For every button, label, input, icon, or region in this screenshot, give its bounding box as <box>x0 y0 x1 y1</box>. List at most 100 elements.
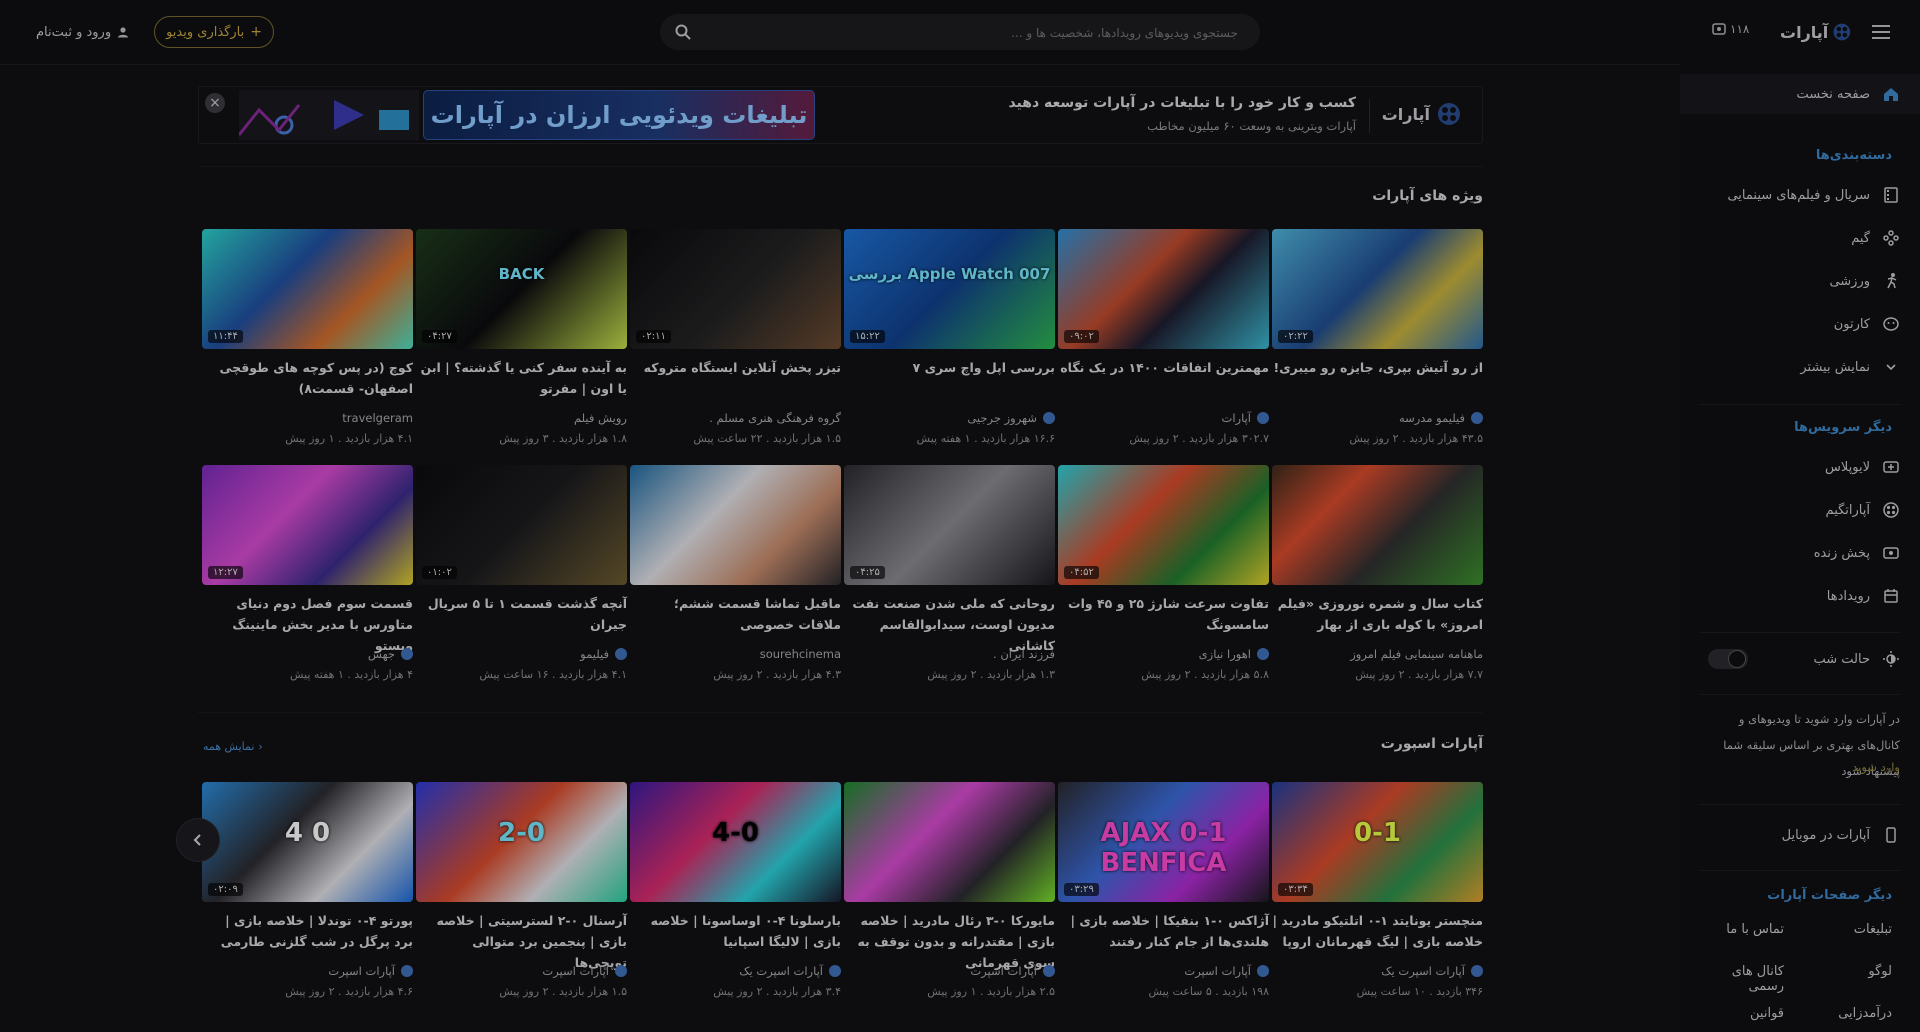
channel-name[interactable]: travelgeram <box>342 411 413 425</box>
sidebar-item-sport[interactable]: ورزشی <box>1680 261 1920 301</box>
channel-name[interactable]: آپارات اسپرت <box>328 964 413 978</box>
video-thumbnail[interactable]: ۰۱:۰۲ <box>416 465 627 585</box>
video-thumbnail[interactable]: 2-0 <box>416 782 627 902</box>
channel-name[interactable]: آپارات اسپرت <box>1184 964 1269 978</box>
video-meta: ۱.۵ هزار بازدید . ۲۲ ساعت پیش <box>693 432 841 445</box>
aparat-logo-icon <box>1438 103 1460 125</box>
sidebar-item-home[interactable]: صفحه نخست <box>1680 74 1920 114</box>
video-title[interactable]: به آینده سفر کنی یا گذشته؟ | ابن یا اون … <box>416 357 627 399</box>
ad-banner[interactable]: آپارات کسب و کار خود را با تبلیغات در آپ… <box>198 86 1483 144</box>
video-duration: ۱۲:۲۷ <box>208 566 243 579</box>
channel-name[interactable]: فرزند ایران . <box>993 647 1055 661</box>
thumbnail-overlay-text: AJAX 0-1 BENFICA <box>1100 818 1227 878</box>
video-title[interactable]: تیزر پخش آنلاین ایستگاه متروکه <box>630 357 841 378</box>
video-thumbnail[interactable]: 4 0 ۰۲:۰۹ <box>202 782 413 902</box>
video-title[interactable]: تفاوت سرعت شارژ ۲۵ و ۴۵ وات سامسونگ <box>1058 593 1269 635</box>
menu-icon[interactable] <box>1870 22 1892 42</box>
mobile-icon <box>1886 827 1896 843</box>
video-title[interactable]: بررسی اپل واچ سری ۷ <box>844 357 1055 378</box>
video-thumbnail[interactable]: بررسی Apple Watch 007 ۱۵:۲۲ <box>844 229 1055 349</box>
channel-name-label: ماهنامه سینمایی فیلم امروز <box>1350 647 1483 661</box>
night-mode-toggle[interactable] <box>1708 649 1748 669</box>
channel-avatar-icon <box>1257 412 1269 424</box>
video-title[interactable]: کوچ (در پس کوچه های طوقچی اصفهان- قسمت۸) <box>202 357 413 399</box>
channel-name[interactable]: ماهنامه سینمایی فیلم امروز <box>1350 647 1483 661</box>
footer-link-channels[interactable]: کانال های رسمی <box>1700 964 1784 994</box>
channel-name[interactable]: آپارات اسپرت یک <box>739 964 841 978</box>
ramadan-badge[interactable]: ۱۱۸ <box>1712 22 1749 36</box>
video-thumbnail[interactable] <box>1272 465 1483 585</box>
video-thumbnail[interactable]: ۰۴:۲۵ <box>844 465 1055 585</box>
channel-name[interactable]: فیلیمو <box>580 647 627 661</box>
footer-link-ads[interactable]: تبلیغات <box>1854 922 1892 937</box>
channel-name[interactable]: فیلیمو مدرسه <box>1399 411 1483 425</box>
channel-name[interactable]: آپارات اسپرت <box>542 964 627 978</box>
footer-link-logo[interactable]: لوگو <box>1868 964 1892 979</box>
video-thumbnail[interactable]: 4-0 <box>630 782 841 902</box>
channel-name[interactable]: sourehcinema <box>760 647 841 661</box>
video-title[interactable]: آژاکس ۰-۱ بنفیکا | خلاصه بازی | هلندی‌ها… <box>1058 910 1270 952</box>
sidebar-item-cartoon[interactable]: کارتون <box>1680 304 1920 344</box>
carousel-prev-button[interactable] <box>176 818 220 862</box>
video-title[interactable]: منچستر یونایتد ۱-۰ اتلتیکو مادرید | خلاص… <box>1272 910 1483 952</box>
video-thumbnail[interactable]: ۰۹:۰۲ <box>1058 229 1269 349</box>
video-title[interactable]: کتاب سال و شمره نوروزی «فیلم امروز» با ک… <box>1272 593 1483 635</box>
video-thumbnail[interactable]: ۰۴:۵۲ <box>1058 465 1269 585</box>
video-title[interactable]: بارسلونا ۴-۰ اوساسونا | خلاصه بازی | لال… <box>630 910 841 952</box>
video-title[interactable]: مهمترین اتفاقات ۱۴۰۰ در یک نگاه <box>1058 357 1269 378</box>
liveplus-icon <box>1883 461 1899 473</box>
video-duration: ۰۲:۲۲ <box>1278 330 1313 343</box>
video-title[interactable]: ماقبل تماشا قسمت ششم؛ ملاقات خصوصی <box>630 593 841 635</box>
sidebar-home-label: صفحه نخست <box>1796 86 1870 102</box>
channel-avatar-icon <box>615 648 627 660</box>
brightness-icon <box>1883 651 1899 667</box>
sport-show-all-link[interactable]: ‹ نمایش همه <box>203 740 263 753</box>
aparatgame-icon <box>1883 502 1899 518</box>
channel-avatar-icon <box>1043 965 1055 977</box>
footer-link-income[interactable]: درآمدزایی <box>1838 1006 1892 1021</box>
channel-name[interactable]: اهورا نیازی <box>1199 647 1269 661</box>
sidebar-divider <box>1700 694 1900 695</box>
video-thumbnail[interactable] <box>844 782 1055 902</box>
channel-name[interactable]: شهروز جرجیی <box>967 411 1055 425</box>
sidebar-login-link[interactable]: وارد شوید <box>1852 760 1900 774</box>
video-thumbnail[interactable]: 0-1 ۰۳:۳۴ <box>1272 782 1483 902</box>
sidebar-item-game[interactable]: گیم <box>1680 218 1920 258</box>
featured-section-title: ویژه های آپارات <box>1372 188 1483 204</box>
video-title[interactable]: از رو آتیش بپری، جایزه رو میبری! <box>1272 357 1483 378</box>
footer-link-rules[interactable]: قوانین <box>1750 1006 1784 1021</box>
sidebar-item-aparatgame[interactable]: آپاراتگیم <box>1680 490 1920 530</box>
upload-video-button[interactable]: + بارگذاری ویدیو <box>154 16 274 48</box>
video-thumbnail[interactable]: AJAX 0-1 BENFICA ۰۳:۲۹ <box>1058 782 1269 902</box>
video-thumbnail[interactable]: ۰۲:۲۲ <box>1272 229 1483 349</box>
video-thumbnail[interactable] <box>630 465 841 585</box>
ad-close-button[interactable]: × <box>205 93 225 113</box>
search-icon[interactable] <box>674 23 692 41</box>
footer-link-contact[interactable]: تماس با ما <box>1726 922 1784 937</box>
video-thumbnail[interactable]: ۰۲:۱۱ <box>630 229 841 349</box>
sidebar-item-liveplus[interactable]: لایوپلاس <box>1680 447 1920 487</box>
sidebar-item-mobile[interactable]: آپارات در موبایل <box>1680 815 1920 855</box>
sidebar-item-show-more[interactable]: نمایش بیشتر <box>1680 347 1920 387</box>
video-duration: ۰۳:۳۴ <box>1278 883 1313 896</box>
sidebar-item-movies[interactable]: سریال و فیلم‌های سینمایی <box>1680 175 1920 215</box>
channel-name[interactable]: جهش <box>368 647 413 661</box>
channel-name[interactable]: آپارات اسپرت <box>970 964 1055 978</box>
toggle-knob <box>1728 650 1746 668</box>
video-title[interactable]: آنچه گذشت قسمت ۱ تا ۵ سریال جیران <box>416 593 627 635</box>
channel-avatar-icon <box>1471 412 1483 424</box>
video-thumbnail[interactable]: ۱۲:۲۷ <box>202 465 413 585</box>
channel-name-label: اهورا نیازی <box>1198 647 1251 661</box>
sidebar-item-live[interactable]: پخش زنده <box>1680 533 1920 573</box>
video-thumbnail[interactable]: ۱۱:۴۴ <box>202 229 413 349</box>
login-button[interactable]: ورود و ثبت‌نام <box>36 20 129 44</box>
video-title[interactable]: پورتو ۴-۰ توندلا | خلاصه بازی | برد پرگل… <box>202 910 413 952</box>
channel-name[interactable]: آپارات اسپرت یک <box>1381 964 1483 978</box>
channel-name[interactable]: رویش فیلم <box>574 411 627 425</box>
channel-name[interactable]: گروه فرهنگی هنری مسلم . <box>709 411 841 425</box>
channel-name[interactable]: آپارات <box>1222 411 1269 425</box>
aparat-logo[interactable]: آپارات <box>1780 18 1852 46</box>
sidebar-item-events[interactable]: رویدادها <box>1680 576 1920 616</box>
video-thumbnail[interactable]: BACK ۰۴:۲۷ <box>416 229 627 349</box>
search-input[interactable] <box>706 14 1240 52</box>
